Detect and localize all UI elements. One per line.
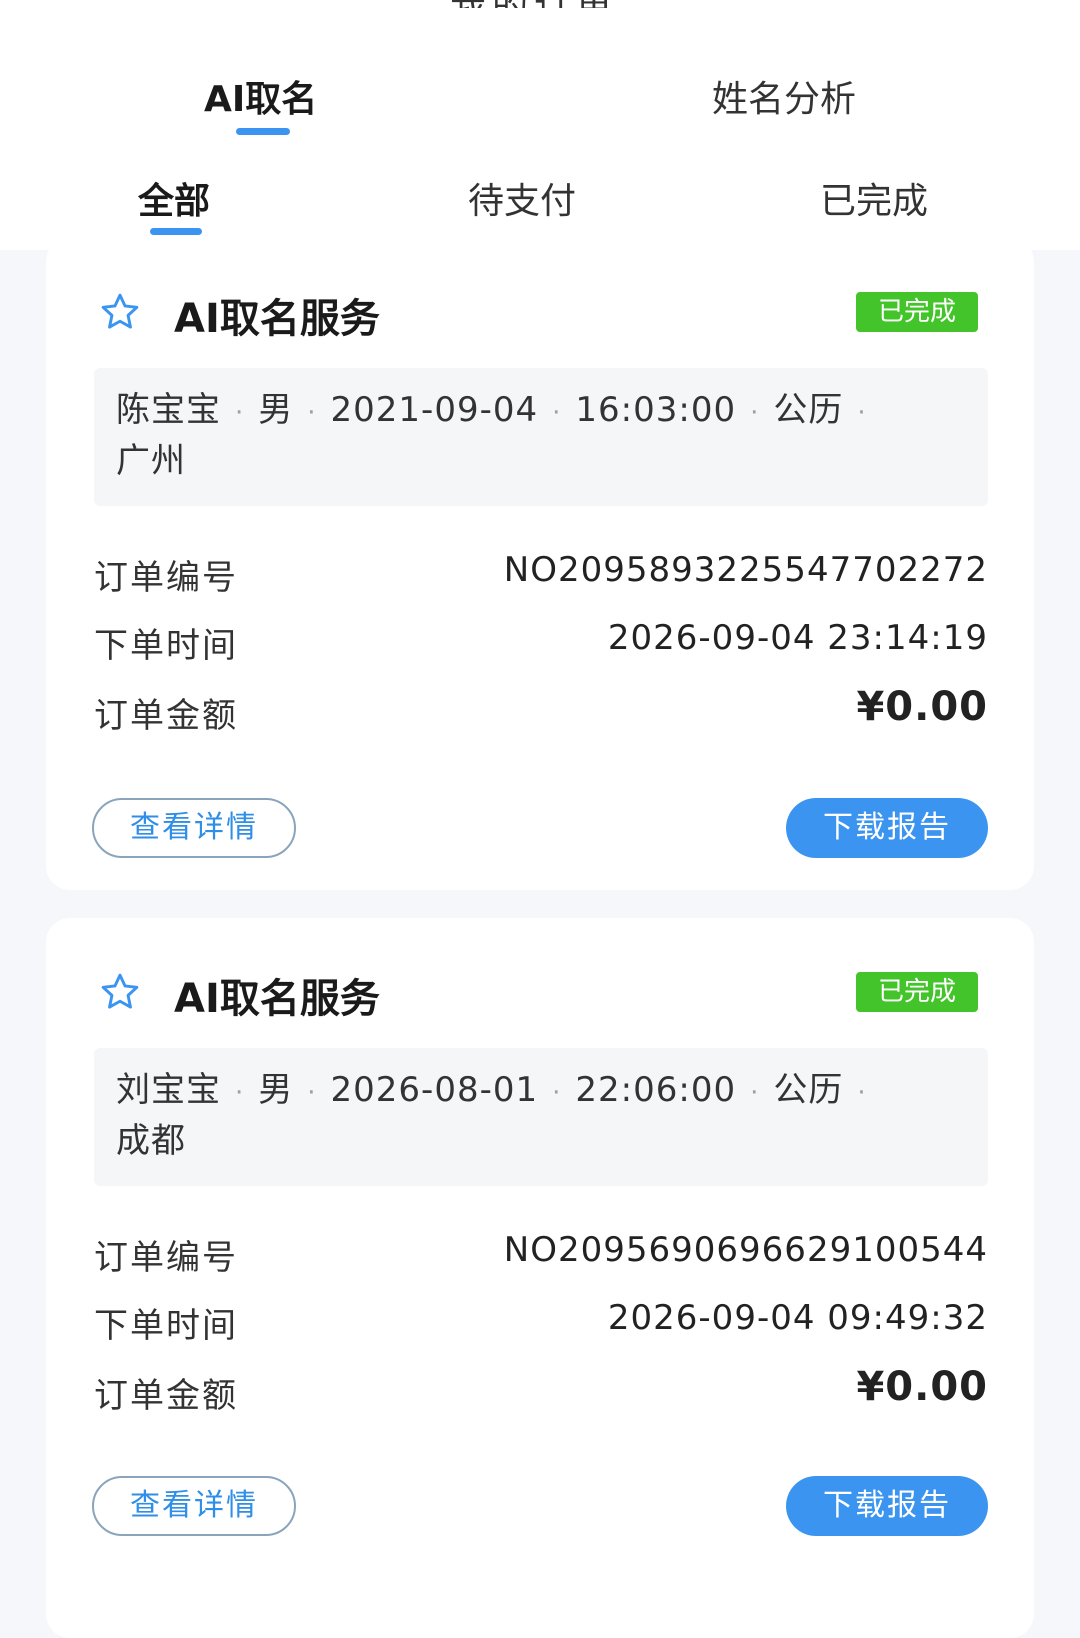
birth-time: 22:06:00 <box>575 1070 737 1110</box>
order-amount-label: 订单金额 <box>94 696 238 736</box>
gender: 男 <box>258 1070 294 1110</box>
star-icon[interactable] <box>98 290 142 334</box>
birth-time: 16:03:00 <box>575 390 737 430</box>
star-icon[interactable] <box>98 970 142 1014</box>
tab-indicator <box>236 128 290 135</box>
order-amount-value: ¥0.00 <box>856 684 988 730</box>
download-report-button[interactable]: 下载报告 <box>786 1476 988 1536</box>
birth-info: 刘宝宝 · 男 · 2026-08-01 · 22:06:00 · 公历 · 成都 <box>94 1048 988 1186</box>
birth-city: 成都 <box>116 1121 186 1161</box>
order-no-value: NO2095893225547702272 <box>503 550 988 590</box>
order-time-value: 2026-09-04 23:14:19 <box>607 618 988 658</box>
page-title: 我的订单 <box>450 0 618 8</box>
birth-city: 广州 <box>116 441 186 481</box>
tab-ai-naming[interactable]: AI取名 <box>204 70 317 122</box>
order-amount-value: ¥0.00 <box>856 1364 988 1410</box>
order-no-row: 订单编号 NO2095690696629100544 <box>94 1230 988 1280</box>
view-details-button[interactable]: 查看详情 <box>92 1476 296 1536</box>
calendar-type: 公历 <box>773 390 844 430</box>
subtab-indicator <box>150 228 202 235</box>
download-report-button[interactable]: 下载报告 <box>786 798 988 858</box>
baby-name: 刘宝宝 <box>116 1070 221 1110</box>
order-time-row: 下单时间 2026-09-04 09:49:32 <box>94 1298 988 1348</box>
subtab-pending-payment[interactable]: 待支付 <box>468 172 576 224</box>
gender: 男 <box>258 390 294 430</box>
order-card: AI取名服务 已完成 刘宝宝 · 男 · 2026-08-01 · 22:06:00 · 公历 ·… <box>46 918 1034 1638</box>
order-card: AI取名服务 已完成 陈宝宝 · 男 · 2021-09-04 · 16:03:00 · 公历 ·… <box>46 238 1034 890</box>
calendar-type: 公历 <box>773 1070 844 1110</box>
order-no-row: 订单编号 NO2095893225547702272 <box>94 550 988 600</box>
subtab-all[interactable]: 全部 <box>138 172 210 224</box>
baby-name: 陈宝宝 <box>116 390 221 430</box>
order-time-label: 下单时间 <box>94 626 238 666</box>
birth-date: 2026-08-01 <box>330 1070 539 1110</box>
birth-date: 2021-09-04 <box>330 390 539 430</box>
order-no-value: NO2095690696629100544 <box>503 1230 988 1270</box>
status-badge: 已完成 <box>856 972 978 1012</box>
order-amount-row: 订单金额 ¥0.00 <box>94 684 988 738</box>
view-details-button[interactable]: 查看详情 <box>92 798 296 858</box>
order-no-label: 订单编号 <box>94 1238 238 1278</box>
order-time-value: 2026-09-04 09:49:32 <box>607 1298 988 1338</box>
order-no-label: 订单编号 <box>94 558 238 598</box>
birth-info: 陈宝宝 · 男 · 2021-09-04 · 16:03:00 · 公历 · 广州 <box>94 368 988 506</box>
service-title: AI取名服务 <box>174 296 380 342</box>
order-amount-label: 订单金额 <box>94 1376 238 1416</box>
order-time-label: 下单时间 <box>94 1306 238 1346</box>
tab-name-analysis[interactable]: 姓名分析 <box>712 70 856 122</box>
service-title: AI取名服务 <box>174 976 380 1022</box>
subtab-completed[interactable]: 已完成 <box>820 172 928 224</box>
order-amount-row: 订单金额 ¥0.00 <box>94 1364 988 1418</box>
status-badge: 已完成 <box>856 292 978 332</box>
order-time-row: 下单时间 2026-09-04 23:14:19 <box>94 618 988 668</box>
header: 我的订单 AI取名 姓名分析 全部 待支付 已完成 <box>0 0 1080 250</box>
